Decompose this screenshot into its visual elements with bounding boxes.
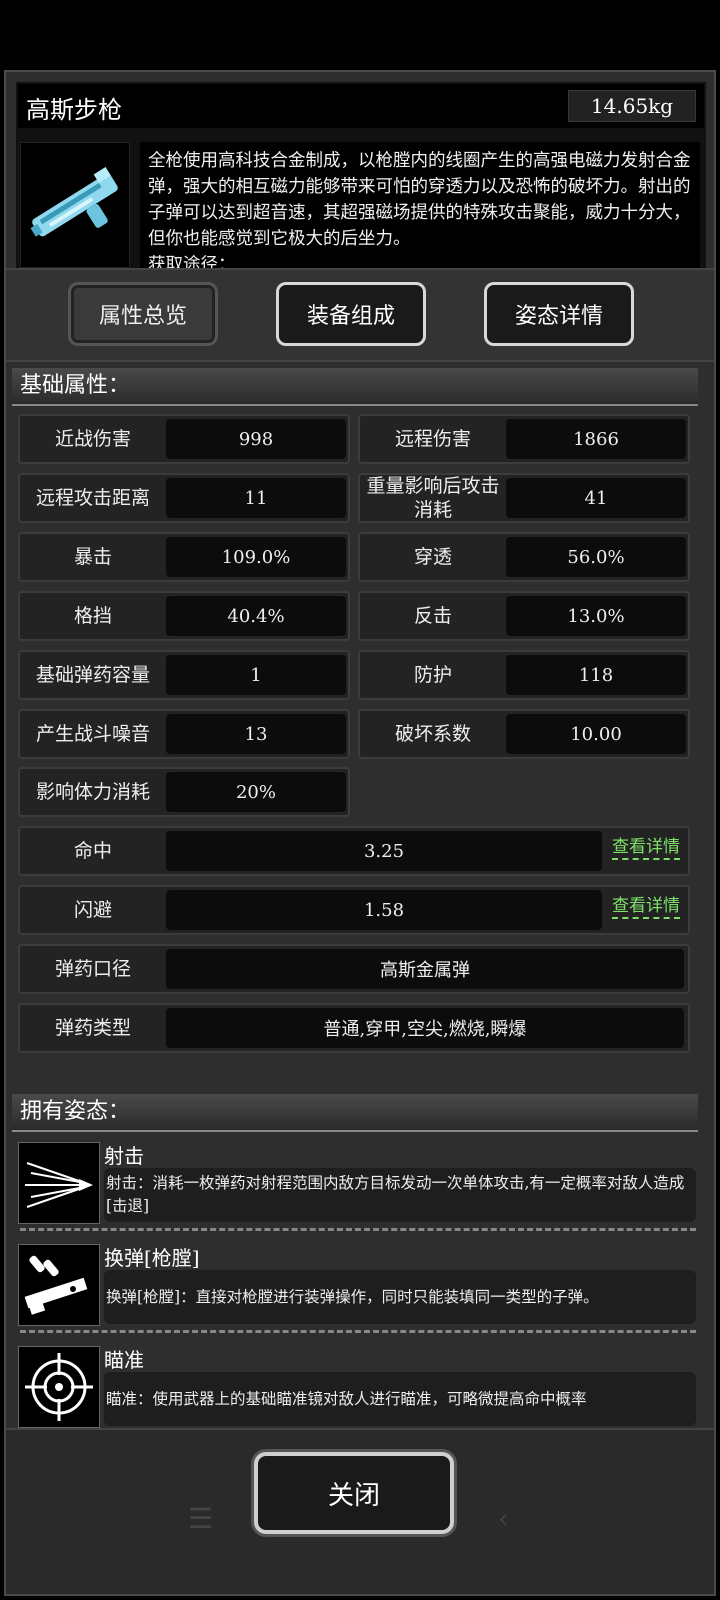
attr-cell-wide: 弹药类型 普通,穿甲,空尖,燃烧,瞬爆 (18, 1003, 690, 1053)
attr-value: 1 (166, 655, 346, 695)
attr-label: 弹药类型 (54, 1017, 131, 1039)
attr-label: 基础弹药容量 (35, 664, 150, 686)
attr-value: 11 (166, 478, 346, 518)
attr-value: 998 (166, 419, 346, 459)
view-details-link[interactable]: 查看详情 (612, 895, 680, 919)
back-icon: ‹ (498, 1502, 510, 1535)
attr-label: 防护 (413, 664, 452, 686)
tab-stances[interactable]: 姿态详情 (484, 282, 634, 346)
attr-label: 闪避 (73, 899, 112, 921)
item-name: 高斯步枪 (26, 96, 122, 124)
menu-icon: ☰ (188, 1502, 214, 1535)
attr-value: 普通,穿甲,空尖,燃烧,瞬爆 (166, 1008, 684, 1048)
attr-value: 高斯金属弹 (166, 949, 684, 989)
attr-value: 109.0% (166, 537, 346, 577)
attr-value: 20% (166, 772, 346, 812)
rifle-icon (20, 142, 130, 268)
attr-label: 命中 (73, 840, 112, 862)
stance-aim[interactable]: 瞄准 瞄准：使用武器上的基础瞄准镜对敌人进行瞄准，可略微提高命中概率 (18, 1342, 698, 1428)
attr-value: 10.00 (506, 714, 686, 754)
stance-shoot[interactable]: 射击 射击：消耗一枚弹药对射程范围内敌方目标发动一次单体攻击,有一定概率对敌人造… (18, 1138, 698, 1224)
attr-label: 远程攻击距离 (35, 487, 150, 509)
attr-cell: 影响体力消耗 20% (18, 767, 350, 817)
divider (20, 1330, 696, 1333)
attr-value: 13.0% (506, 596, 686, 636)
attr-cell-wide: 弹药口径 高斯金属弹 (18, 944, 690, 994)
stance-reload[interactable]: 换弹[枪膛] 换弹[枪膛]：直接对枪膛进行装弹操作，同时只能装填同一类型的子弹。 (18, 1240, 698, 1326)
tab-equipment[interactable]: 装备组成 (276, 282, 426, 346)
item-description[interactable]: 全枪使用高科技合金制成，以枪膛内的线圈产生的高强电磁力发射合金弹，强大的相互磁力… (140, 142, 700, 268)
attr-cell: 近战伤害 998 (18, 414, 350, 464)
attr-value: 13 (166, 714, 346, 754)
stance-description: 射击：消耗一枚弹药对射程范围内敌方目标发动一次单体攻击,有一定概率对敌人造成[击… (104, 1168, 696, 1222)
attr-cell-wide: 闪避 1.58 查看详情 (18, 885, 690, 935)
attr-label: 破坏系数 (394, 723, 471, 745)
attr-label: 反击 (413, 605, 452, 627)
attr-label: 近战伤害 (54, 428, 131, 450)
attr-cell: 远程伤害 1866 (358, 414, 690, 464)
attr-label: 远程伤害 (394, 428, 471, 450)
attr-value: 41 (506, 478, 686, 518)
attr-cell: 产生战斗噪音 13 (18, 709, 350, 759)
stance-name: 换弹[枪膛] (104, 1246, 200, 1270)
attr-cell: 暴击 109.0% (18, 532, 350, 582)
attr-label: 产生战斗噪音 (35, 723, 150, 745)
attr-label: 重量影响后攻击消耗 (366, 475, 500, 521)
attr-cell: 破坏系数 10.00 (358, 709, 690, 759)
attr-cell: 重量影响后攻击消耗 41 (358, 473, 690, 523)
acquire-label: 获取途径： (148, 255, 236, 268)
tab-overview[interactable]: 属性总览 (68, 282, 218, 346)
close-button[interactable]: 关闭 (254, 1452, 454, 1534)
attr-value: 1.58 (166, 890, 602, 930)
attr-cell: 远程攻击距离 11 (18, 473, 350, 523)
stances-heading: 拥有姿态： (12, 1094, 698, 1132)
attr-label: 弹药口径 (54, 958, 131, 980)
attr-label: 穿透 (413, 546, 452, 568)
reload-icon (18, 1244, 100, 1326)
attr-value: 1866 (506, 419, 686, 459)
attr-value: 40.4% (166, 596, 346, 636)
item-weight: 14.65kg (568, 90, 696, 122)
view-details-link[interactable]: 查看详情 (612, 836, 680, 860)
attr-cell: 穿透 56.0% (358, 532, 690, 582)
stance-name: 瞄准 (104, 1348, 144, 1372)
attr-value: 118 (506, 655, 686, 695)
item-detail-panel: 高斯步枪 14.65kg 全枪使用高科技合金制成，以枪膛内的线圈产生的高强电磁力… (4, 70, 716, 1596)
attr-label: 暴击 (73, 546, 112, 568)
title-bar: 高斯步枪 14.65kg (18, 84, 704, 128)
attr-label: 格挡 (73, 605, 112, 627)
attr-label: 影响体力消耗 (35, 781, 150, 803)
attr-cell-wide: 命中 3.25 查看详情 (18, 826, 690, 876)
crosshair-icon (18, 1346, 100, 1428)
stance-description: 换弹[枪膛]：直接对枪膛进行装弹操作，同时只能装填同一类型的子弹。 (104, 1270, 696, 1324)
attr-value: 56.0% (506, 537, 686, 577)
tab-bar: 属性总览 装备组成 姿态详情 (6, 268, 714, 362)
attr-value: 3.25 (166, 831, 602, 871)
footer: ☰ ‹ 关闭 (6, 1428, 714, 1594)
attr-cell: 反击 13.0% (358, 591, 690, 641)
attr-cell: 防护 118 (358, 650, 690, 700)
stance-name: 射击 (104, 1144, 144, 1168)
attr-cell: 格挡 40.4% (18, 591, 350, 641)
attr-cell: 基础弹药容量 1 (18, 650, 350, 700)
stance-description: 瞄准：使用武器上的基础瞄准镜对敌人进行瞄准，可略微提高命中概率 (104, 1372, 696, 1426)
shoot-icon (18, 1142, 100, 1224)
base-attributes-heading: 基础属性： (12, 368, 698, 406)
divider (20, 1228, 696, 1231)
